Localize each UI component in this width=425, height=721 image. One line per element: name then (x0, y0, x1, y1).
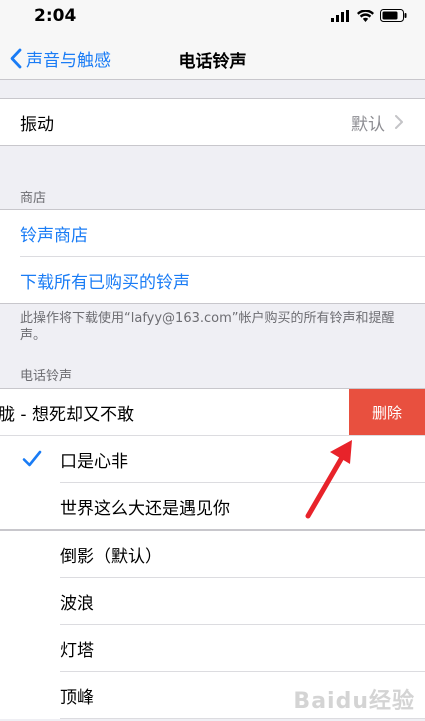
ringtone-row[interactable]: 波浪 (0, 578, 425, 624)
ringtone-row[interactable]: 灯塔 (0, 625, 425, 671)
chevron-right-icon (395, 115, 403, 129)
ringtone-row[interactable]: 世界这么大还是遇见你 (0, 483, 425, 529)
swiped-ringtone-label: 胧 - 想死却又不敢 (0, 404, 134, 425)
ringtone-row-selected[interactable]: 口是心非 (0, 436, 425, 482)
status-icons (331, 9, 407, 22)
store-footer-note: 此操作将下载使用“lafyy@163.com”帐户购买的所有铃声和提醒声。 (20, 311, 395, 343)
page-title: 电话铃声 (178, 52, 247, 72)
ringtone-label: 顶峰 (60, 687, 94, 708)
ringtone-row[interactable]: 倒影（默认） (0, 531, 425, 577)
vibration-detail: 默认 (351, 99, 403, 145)
cellular-signal-icon (331, 9, 349, 22)
swiped-ringtone-row[interactable]: 胧 - 想死却又不敢 删除 (0, 389, 425, 435)
download-purchased-link[interactable]: 下载所有已购买的铃声 (0, 257, 425, 303)
battery-icon (380, 9, 407, 22)
vibration-value: 默认 (351, 114, 385, 135)
annotation-arrow-icon (305, 440, 352, 519)
wifi-icon (357, 9, 374, 22)
status-time: 2:04 (34, 6, 77, 26)
ringtone-store-link[interactable]: 铃声商店 (0, 210, 425, 256)
navigation-bar: 声音与触感 电话铃声 (0, 36, 425, 80)
ringtone-label: 世界这么大还是遇见你 (60, 498, 230, 519)
status-bar: 2:04 (0, 0, 425, 36)
ringtone-label: 倒影（默认） (60, 546, 162, 567)
vibration-label: 振动 (20, 114, 54, 135)
vibration-group: 振动 默认 (0, 98, 425, 146)
store-group: 铃声商店 下载所有已购买的铃声 (0, 209, 425, 304)
ringtones-section-header: 电话铃声 (20, 369, 73, 384)
divider (60, 718, 425, 719)
delete-button[interactable]: 删除 (349, 389, 425, 435)
store-section-header: 商店 (20, 191, 47, 206)
ringtone-label: 口是心非 (60, 451, 128, 472)
ringtone-label: 灯塔 (60, 640, 94, 661)
checkmark-icon (22, 450, 42, 467)
ringtone-label: 波浪 (60, 593, 94, 614)
ringtones-group: 胧 - 想死却又不敢 删除 口是心非 世界这么大还是遇见你 倒影（默认） 波浪 … (0, 388, 425, 719)
watermark: Baidu经验 (293, 689, 415, 714)
vibration-row[interactable]: 振动 默认 (0, 99, 425, 145)
